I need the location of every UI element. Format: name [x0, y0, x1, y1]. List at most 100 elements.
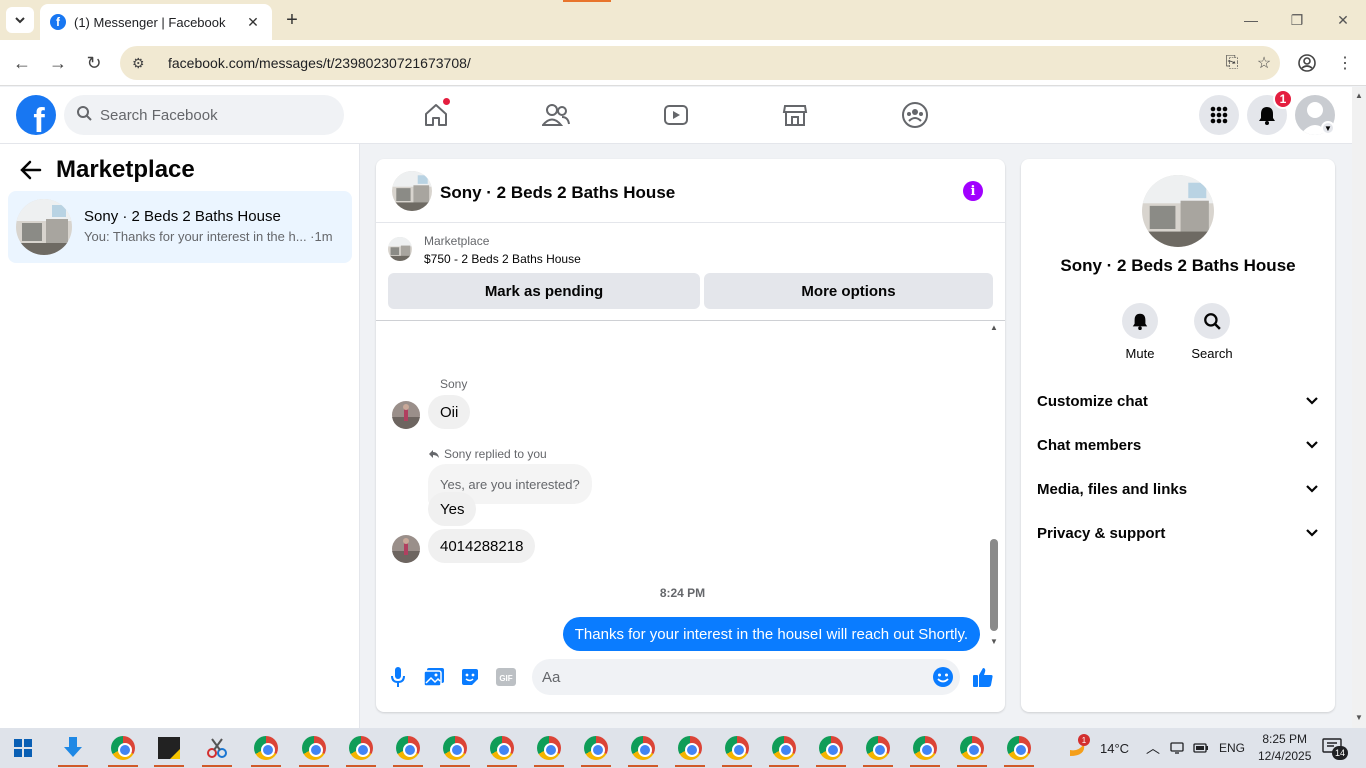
tray-overflow-icon[interactable]: ︿: [1146, 728, 1160, 768]
tab-search-button[interactable]: [6, 7, 34, 33]
sender-avatar[interactable]: [392, 535, 420, 563]
thumbs-up-icon[interactable]: [971, 666, 995, 688]
message-bubble[interactable]: Oii: [428, 395, 471, 429]
notes-taskbar-icon[interactable]: [152, 732, 186, 767]
chrome-taskbar-icon[interactable]: [720, 732, 754, 767]
address-bar[interactable]: ⚙ facebook.com/messages/t/23980230721673…: [120, 46, 1280, 80]
back-arrow-icon[interactable]: [20, 160, 42, 186]
chrome-taskbar-icon[interactable]: [673, 732, 707, 767]
bookmark-star-icon[interactable]: ☆: [1248, 53, 1280, 73]
close-tab-icon[interactable]: ✕: [244, 14, 262, 31]
chrome-taskbar-icon[interactable]: [391, 732, 425, 767]
chrome-taskbar-icon[interactable]: [861, 732, 895, 767]
url-text[interactable]: facebook.com/messages/t/2398023072167370…: [168, 55, 1216, 71]
chrome-taskbar-icon[interactable]: [532, 732, 566, 767]
chrome-taskbar-icon[interactable]: [814, 732, 848, 767]
facebook-search[interactable]: [64, 95, 344, 135]
menu-button[interactable]: [1199, 95, 1239, 135]
nav-video[interactable]: [658, 99, 694, 131]
chrome-taskbar-icon[interactable]: [249, 732, 283, 767]
scroll-down-icon[interactable]: ▼: [990, 637, 998, 646]
message-bubble[interactable]: Yes: [428, 492, 477, 526]
chrome-taskbar-icon[interactable]: [908, 732, 942, 767]
site-info-icon[interactable]: ⚙: [132, 55, 156, 72]
install-app-icon[interactable]: ⎘: [1216, 54, 1248, 72]
chrome-taskbar-icon[interactable]: [438, 732, 472, 767]
sticker-icon[interactable]: [459, 666, 481, 688]
chat-thumbnail[interactable]: [392, 171, 432, 211]
clock-date: 12/4/2025: [1258, 749, 1312, 763]
reload-button[interactable]: ↻: [82, 51, 106, 75]
conversation-item[interactable]: Sony · 2 Beds 2 Baths House You: Thanks …: [8, 191, 352, 263]
sender-avatar[interactable]: [392, 401, 420, 429]
chrome-taskbar-icon[interactable]: [955, 732, 989, 767]
search-input[interactable]: [100, 106, 320, 124]
chrome-taskbar-icon[interactable]: [106, 732, 140, 767]
more-options-button[interactable]: More options: [704, 273, 993, 309]
scroll-up-icon[interactable]: ▲: [1355, 91, 1363, 100]
nav-home[interactable]: [418, 98, 454, 131]
back-button[interactable]: ←: [10, 51, 34, 75]
thread-scroll-thumb[interactable]: [990, 539, 998, 631]
close-window-button[interactable]: ✕: [1320, 0, 1366, 40]
scroll-up-icon[interactable]: ▲: [990, 323, 998, 332]
windows-start-icon[interactable]: [14, 739, 32, 757]
account-chevron-icon[interactable]: ▼: [1321, 121, 1335, 135]
photo-icon[interactable]: [423, 666, 445, 688]
window-controls: — ❐ ✕: [1228, 0, 1366, 40]
chrome-taskbar-icon[interactable]: [767, 732, 801, 767]
notifications-button[interactable]: 1: [1247, 89, 1293, 135]
thread-scrollbar[interactable]: ▲ ▼: [989, 323, 999, 649]
chrome-taskbar-icon[interactable]: [485, 732, 519, 767]
info-icon[interactable]: i: [963, 181, 983, 201]
chrome-taskbar-icon[interactable]: [1002, 732, 1036, 767]
chrome-taskbar-icon[interactable]: [626, 732, 660, 767]
notification-center-icon[interactable]: 14: [1322, 738, 1348, 760]
new-tab-button[interactable]: +: [280, 8, 304, 32]
nav-friends[interactable]: [538, 99, 574, 131]
scroll-down-icon[interactable]: ▼: [1355, 713, 1363, 722]
nav-groups[interactable]: [897, 99, 933, 131]
mark-as-pending-button[interactable]: Mark as pending: [388, 273, 700, 309]
minimize-button[interactable]: —: [1228, 0, 1274, 40]
message-input[interactable]: [542, 668, 922, 686]
browser-menu-icon[interactable]: ⋮: [1334, 52, 1356, 74]
battery-icon[interactable]: [1193, 728, 1209, 768]
search-action[interactable]: Search: [1182, 303, 1242, 361]
search-icon: [1194, 303, 1230, 339]
chat-title[interactable]: Sony · 2 Beds 2 Baths House: [440, 183, 675, 203]
nav-marketplace[interactable]: [777, 99, 813, 131]
browser-tab[interactable]: f (1) Messenger | Facebook ✕: [40, 4, 272, 40]
listing-price[interactable]: $750 - 2 Beds 2 Baths House: [424, 252, 581, 266]
forward-button[interactable]: →: [46, 51, 70, 75]
weather-widget[interactable]: 1 14°C: [1066, 728, 1129, 768]
taskbar-clock[interactable]: 8:25 PM 12/4/2025: [1258, 731, 1311, 765]
language-indicator[interactable]: ENG: [1219, 728, 1245, 768]
network-icon[interactable]: [1170, 728, 1184, 768]
facebook-logo[interactable]: f: [16, 95, 56, 135]
profile-thumbnail[interactable]: [1142, 175, 1214, 247]
my-message-bubble[interactable]: Thanks for your interest in the houseI w…: [562, 617, 980, 651]
chrome-taskbar-icon[interactable]: [579, 732, 613, 767]
message-input-box[interactable]: [532, 659, 960, 695]
chrome-taskbar-icon[interactable]: [297, 732, 331, 767]
downloads-taskbar-icon[interactable]: [56, 732, 90, 767]
microphone-icon[interactable]: [387, 666, 409, 688]
reply-icon: [429, 450, 439, 458]
gif-icon[interactable]: GIF: [495, 666, 517, 688]
bell-icon: [1259, 107, 1275, 125]
mute-action[interactable]: Mute: [1110, 303, 1170, 361]
snipping-tool-taskbar-icon[interactable]: [200, 732, 234, 767]
section-customize-chat[interactable]: Customize chat: [1037, 383, 1319, 419]
emoji-icon[interactable]: [932, 666, 954, 688]
section-privacy-support[interactable]: Privacy & support: [1037, 515, 1319, 551]
section-chat-members[interactable]: Chat members: [1037, 427, 1319, 463]
section-media-files-links[interactable]: Media, files and links: [1037, 471, 1319, 507]
listing-small-thumbnail[interactable]: [388, 237, 412, 261]
chrome-taskbar-icon[interactable]: [344, 732, 378, 767]
info-title: Sony · 2 Beds 2 Baths House: [1060, 256, 1296, 275]
restore-button[interactable]: ❐: [1274, 0, 1320, 40]
message-bubble[interactable]: 4014288218: [428, 529, 536, 563]
page-scrollbar[interactable]: ▲ ▼: [1352, 87, 1366, 728]
profile-icon[interactable]: [1296, 52, 1318, 74]
